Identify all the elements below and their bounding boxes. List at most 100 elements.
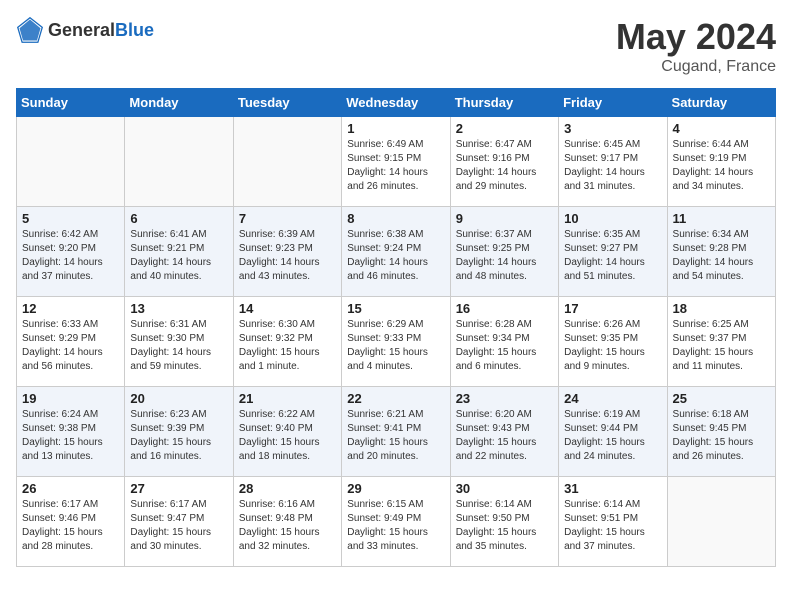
day-number: 30 [456,481,553,496]
cell-info-line: Sunrise: 6:20 AM [456,408,553,422]
calendar-table: SundayMondayTuesdayWednesdayThursdayFrid… [16,88,776,567]
calendar-cell [125,117,233,207]
weekday-header: Sunday [17,89,125,117]
calendar-cell: 19Sunrise: 6:24 AMSunset: 9:38 PMDayligh… [17,387,125,477]
cell-info-line: and 37 minutes. [22,270,119,284]
cell-info-line: and 34 minutes. [673,180,770,194]
location-title: Cugand, France [616,58,776,76]
calendar-cell: 7Sunrise: 6:39 AMSunset: 9:23 PMDaylight… [233,207,341,297]
calendar-cell: 23Sunrise: 6:20 AMSunset: 9:43 PMDayligh… [450,387,558,477]
calendar-cell: 6Sunrise: 6:41 AMSunset: 9:21 PMDaylight… [125,207,233,297]
cell-info-line: Sunset: 9:50 PM [456,512,553,526]
day-number: 29 [347,481,444,496]
calendar-cell: 26Sunrise: 6:17 AMSunset: 9:46 PMDayligh… [17,477,125,567]
cell-info-line: Daylight: 14 hours [673,166,770,180]
cell-info-line: and 24 minutes. [564,450,661,464]
logo: GeneralBlue [16,16,154,44]
cell-info-line: Daylight: 14 hours [130,256,227,270]
cell-info-line: Sunset: 9:16 PM [456,152,553,166]
cell-info-line: Sunset: 9:25 PM [456,242,553,256]
day-number: 10 [564,211,661,226]
calendar-cell [233,117,341,207]
cell-info-line: Sunrise: 6:45 AM [564,138,661,152]
calendar-cell: 14Sunrise: 6:30 AMSunset: 9:32 PMDayligh… [233,297,341,387]
calendar-body: 1Sunrise: 6:49 AMSunset: 9:15 PMDaylight… [17,117,776,567]
cell-info-line: Daylight: 14 hours [456,256,553,270]
day-number: 21 [239,391,336,406]
cell-info-line: and 46 minutes. [347,270,444,284]
day-number: 27 [130,481,227,496]
cell-info-line: Sunrise: 6:33 AM [22,318,119,332]
day-number: 7 [239,211,336,226]
cell-info-line: Daylight: 15 hours [673,346,770,360]
calendar-cell: 17Sunrise: 6:26 AMSunset: 9:35 PMDayligh… [559,297,667,387]
cell-info-line: and 28 minutes. [22,540,119,554]
cell-info-line: Daylight: 15 hours [347,346,444,360]
cell-info-line: Sunrise: 6:22 AM [239,408,336,422]
day-number: 14 [239,301,336,316]
day-number: 8 [347,211,444,226]
calendar-cell: 22Sunrise: 6:21 AMSunset: 9:41 PMDayligh… [342,387,450,477]
cell-info-line: Daylight: 15 hours [22,526,119,540]
cell-info-line: Daylight: 15 hours [239,526,336,540]
cell-info-line: and 40 minutes. [130,270,227,284]
cell-info-line: Daylight: 14 hours [239,256,336,270]
cell-info-line: and 26 minutes. [673,450,770,464]
title-block: May 2024 Cugand, France [616,16,776,76]
cell-info-line: and 37 minutes. [564,540,661,554]
calendar-cell: 9Sunrise: 6:37 AMSunset: 9:25 PMDaylight… [450,207,558,297]
cell-info-line: Sunset: 9:38 PM [22,422,119,436]
day-number: 17 [564,301,661,316]
day-number: 3 [564,121,661,136]
cell-info-line: Daylight: 15 hours [564,436,661,450]
cell-info-line: and 13 minutes. [22,450,119,464]
cell-info-line: Sunrise: 6:29 AM [347,318,444,332]
cell-info-line: Sunrise: 6:37 AM [456,228,553,242]
cell-info-line: Sunset: 9:43 PM [456,422,553,436]
cell-info-line: Daylight: 14 hours [673,256,770,270]
cell-info-line: Sunset: 9:21 PM [130,242,227,256]
calendar-cell: 18Sunrise: 6:25 AMSunset: 9:37 PMDayligh… [667,297,775,387]
calendar-cell: 29Sunrise: 6:15 AMSunset: 9:49 PMDayligh… [342,477,450,567]
cell-info-line: Daylight: 15 hours [456,346,553,360]
cell-info-line: Sunset: 9:19 PM [673,152,770,166]
cell-info-line: Sunset: 9:40 PM [239,422,336,436]
cell-info-line: Daylight: 14 hours [347,166,444,180]
calendar-cell [667,477,775,567]
cell-info-line: Sunrise: 6:16 AM [239,498,336,512]
cell-info-line: Sunrise: 6:34 AM [673,228,770,242]
day-number: 1 [347,121,444,136]
calendar-cell: 1Sunrise: 6:49 AMSunset: 9:15 PMDaylight… [342,117,450,207]
calendar-cell: 4Sunrise: 6:44 AMSunset: 9:19 PMDaylight… [667,117,775,207]
cell-info-line: Sunrise: 6:18 AM [673,408,770,422]
cell-info-line: and 16 minutes. [130,450,227,464]
day-number: 28 [239,481,336,496]
cell-info-line: Sunset: 9:51 PM [564,512,661,526]
cell-info-line: and 26 minutes. [347,180,444,194]
cell-info-line: Daylight: 14 hours [456,166,553,180]
calendar-cell: 3Sunrise: 6:45 AMSunset: 9:17 PMDaylight… [559,117,667,207]
weekday-header: Friday [559,89,667,117]
cell-info-line: and 11 minutes. [673,360,770,374]
cell-info-line: Sunset: 9:27 PM [564,242,661,256]
cell-info-line: and 54 minutes. [673,270,770,284]
weekday-header: Wednesday [342,89,450,117]
cell-info-line: Sunrise: 6:14 AM [456,498,553,512]
cell-info-line: Sunrise: 6:23 AM [130,408,227,422]
logo-text-general: General [48,20,115,40]
weekday-header: Saturday [667,89,775,117]
cell-info-line: and 35 minutes. [456,540,553,554]
cell-info-line: Sunrise: 6:24 AM [22,408,119,422]
weekday-header: Tuesday [233,89,341,117]
calendar-cell: 13Sunrise: 6:31 AMSunset: 9:30 PMDayligh… [125,297,233,387]
calendar-cell: 21Sunrise: 6:22 AMSunset: 9:40 PMDayligh… [233,387,341,477]
cell-info-line: Sunset: 9:15 PM [347,152,444,166]
cell-info-line: and 1 minute. [239,360,336,374]
day-number: 31 [564,481,661,496]
cell-info-line: and 59 minutes. [130,360,227,374]
day-number: 11 [673,211,770,226]
cell-info-line: Daylight: 15 hours [130,526,227,540]
cell-info-line: and 31 minutes. [564,180,661,194]
cell-info-line: Sunrise: 6:17 AM [130,498,227,512]
weekday-header: Monday [125,89,233,117]
